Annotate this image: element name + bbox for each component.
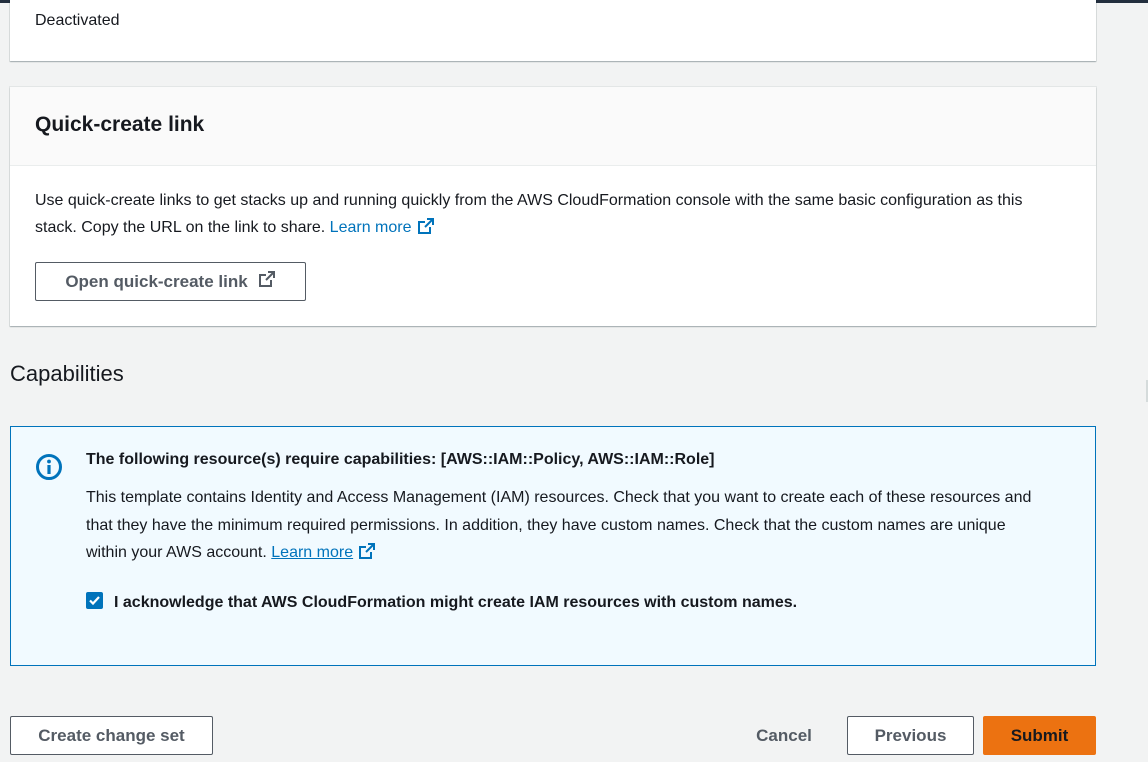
capabilities-learn-more-link[interactable]: Learn more [271, 544, 353, 561]
previous-button[interactable]: Previous [847, 716, 974, 755]
learn-more-label: Learn more [271, 544, 354, 561]
acknowledge-label[interactable]: I acknowledge that AWS CloudFormation mi… [114, 589, 834, 617]
acknowledge-checkbox[interactable] [86, 592, 103, 609]
cancel-button[interactable]: Cancel [740, 716, 828, 755]
capabilities-alert-title: The following resource(s) require capabi… [86, 451, 715, 468]
quick-create-title: Quick-create link [35, 113, 205, 136]
stack-status-card: Deactivated [10, 0, 1096, 61]
quick-create-link-card: Quick-create link Use quick-create links… [10, 87, 1096, 326]
open-quick-create-link-button[interactable]: Open quick-create link [35, 262, 306, 301]
create-change-set-button[interactable]: Create change set [10, 716, 213, 755]
capabilities-alert-text: This template contains Identity and Acce… [86, 489, 1032, 561]
capabilities-heading: Capabilities [10, 361, 124, 386]
capabilities-info-alert: The following resource(s) require capabi… [10, 426, 1096, 666]
external-link-icon [358, 542, 376, 570]
quick-create-description: Use quick-create links to get stacks up … [35, 187, 1035, 244]
learn-more-label: Learn more [329, 219, 412, 236]
external-link-icon [417, 217, 435, 244]
status-value: Deactivated [35, 12, 120, 29]
external-link-icon [258, 270, 276, 293]
quick-create-description-text: Use quick-create links to get stacks up … [35, 192, 1023, 236]
info-icon [35, 453, 63, 486]
quick-create-header: Quick-create link [10, 87, 1096, 166]
open-quick-create-label: Open quick-create link [65, 271, 248, 291]
checkmark-icon [89, 596, 100, 606]
capabilities-alert-body: This template contains Identity and Acce… [86, 484, 1046, 570]
quick-create-learn-more-link[interactable]: Learn more [329, 218, 435, 236]
submit-button[interactable]: Submit [983, 716, 1096, 755]
